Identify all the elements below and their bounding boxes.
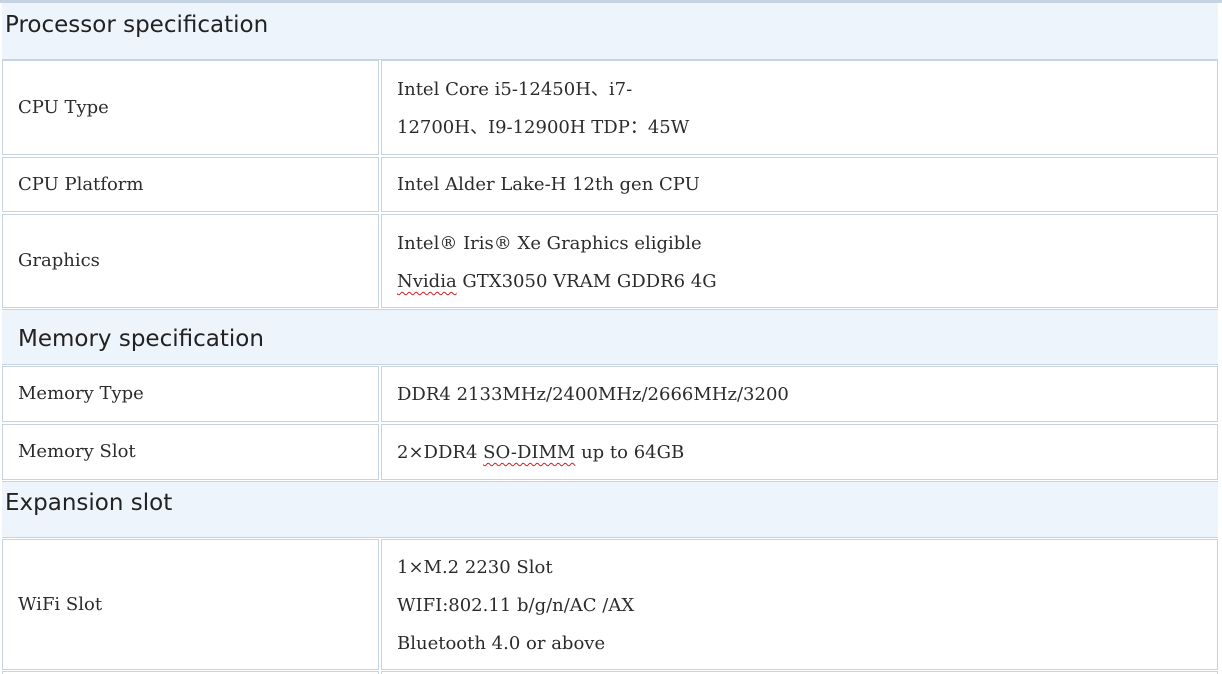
cpu-platform-label-cell: CPU Platform — [2, 157, 379, 212]
memory-type-value-cell: DDR4 2133MHz/2400MHz/2666MHz/3200 — [381, 366, 1218, 422]
wifi-slot-value-line-2: WIFI:802.11 b/g/n/AC /AX — [397, 595, 635, 616]
cpu-type-value-cell: Intel Core i5-12450H、i7- 12700H、I9-12900… — [381, 60, 1218, 155]
table-row-cpu-type: CPU Type Intel Core i5-12450H、i7- 12700H… — [2, 60, 1218, 155]
section-header-expansion: Expansion slot — [2, 481, 1218, 538]
cpu-platform-value-cell: Intel Alder Lake-H 12th gen CPU — [381, 157, 1218, 212]
table-row-wifi-slot: WiFi Slot 1×M.2 2230 Slot WIFI:802.11 b/… — [2, 539, 1218, 670]
spellcheck-word-so-dimm: SO-DIMM — [483, 442, 576, 463]
section-title-memory: Memory specification — [18, 326, 264, 352]
memory-type-label-cell: Memory Type — [2, 366, 379, 422]
graphics-value-line-1: Intel® Iris® Xe Graphics eligible — [397, 233, 702, 254]
wifi-slot-value: 1×M.2 2230 Slot WIFI:802.11 b/g/n/AC /AX… — [397, 549, 634, 663]
memory-slot-value-part-3: up to 64GB — [575, 442, 685, 463]
memory-slot-value: 2×DDR4 SO-DIMM up to 64GB — [397, 434, 684, 472]
memory-slot-value-cell: 2×DDR4 SO-DIMM up to 64GB — [381, 424, 1218, 480]
section-header-memory: Memory specification — [2, 309, 1218, 365]
spec-table: Processor specification CPU Type Intel C… — [0, 0, 1222, 674]
section-title-expansion: Expansion slot — [5, 490, 173, 516]
table-row-memory-slot: Memory Slot 2×DDR4 SO-DIMM up to 64GB — [2, 424, 1218, 480]
graphics-value-line-2: Nvidia GTX3050 VRAM GDDR6 4G — [397, 263, 717, 301]
section-header-processor: Processor specification — [2, 2, 1218, 60]
memory-slot-value-part-1: 2×DDR4 — [397, 442, 484, 463]
wifi-slot-label-cell: WiFi Slot — [2, 539, 379, 670]
graphics-label-cell: Graphics — [2, 214, 379, 308]
spellcheck-word-nvidia: Nvidia — [397, 271, 457, 292]
graphics-value-cell: Intel® Iris® Xe Graphics eligible Nvidia… — [381, 214, 1218, 308]
wifi-slot-value-line-1: 1×M.2 2230 Slot — [397, 557, 553, 578]
memory-slot-label-cell: Memory Slot — [2, 424, 379, 480]
cpu-type-value: Intel Core i5-12450H、i7- 12700H、I9-12900… — [397, 71, 689, 147]
cpu-type-value-line-1: Intel Core i5-12450H、i7- — [397, 79, 633, 100]
graphics-label: Graphics — [18, 250, 100, 271]
wifi-slot-value-cell: 1×M.2 2230 Slot WIFI:802.11 b/g/n/AC /AX… — [381, 539, 1218, 670]
cpu-type-value-line-2: 12700H、I9-12900H TDP：45W — [397, 117, 690, 138]
cpu-platform-label: CPU Platform — [18, 173, 144, 195]
wifi-slot-label: WiFi Slot — [18, 593, 103, 615]
graphics-value: Intel® Iris® Xe Graphics eligible Nvidia… — [397, 225, 717, 301]
cpu-type-label-cell: CPU Type — [2, 60, 379, 155]
wifi-slot-value-line-3: Bluetooth 4.0 or above — [397, 633, 606, 654]
cpu-platform-value: Intel Alder Lake-H 12th gen CPU — [397, 174, 700, 195]
table-row-graphics: Graphics Intel® Iris® Xe Graphics eligib… — [2, 214, 1218, 308]
table-row-memory-type: Memory Type DDR4 2133MHz/2400MHz/2666MHz… — [2, 366, 1218, 422]
graphics-value-line-2-rest: GTX3050 VRAM GDDR6 4G — [456, 271, 717, 292]
memory-type-value: DDR4 2133MHz/2400MHz/2666MHz/3200 — [397, 384, 789, 405]
section-title-processor: Processor specification — [5, 12, 269, 38]
table-row-cpu-platform: CPU Platform Intel Alder Lake-H 12th gen… — [2, 157, 1218, 212]
cpu-type-label: CPU Type — [18, 96, 109, 118]
memory-slot-label: Memory Slot — [18, 441, 136, 462]
memory-type-label: Memory Type — [18, 383, 144, 404]
